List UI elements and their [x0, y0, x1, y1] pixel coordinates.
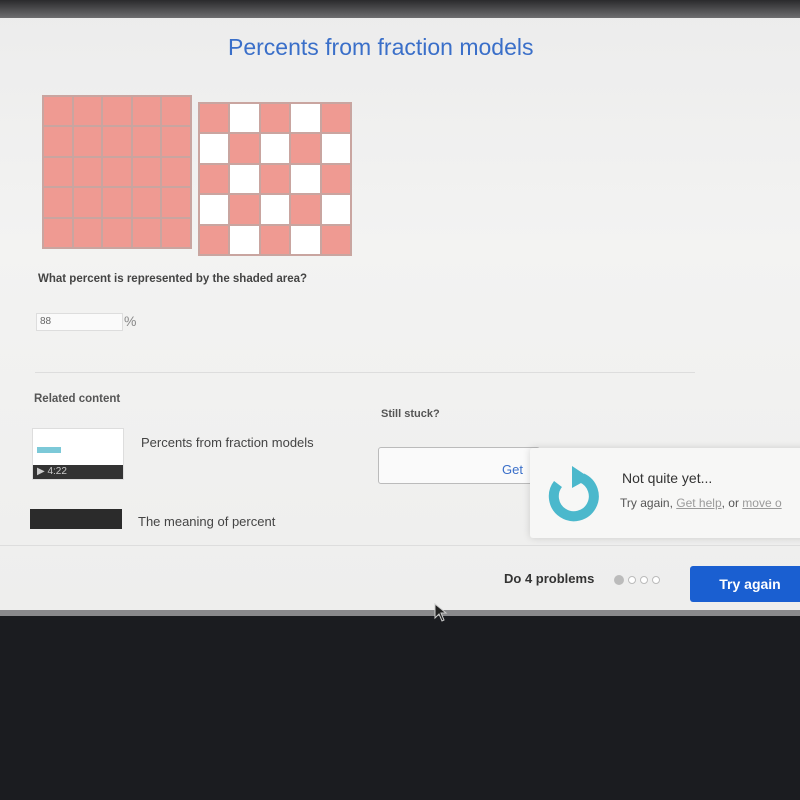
unshaded-cell	[230, 225, 259, 254]
mouse-cursor-icon	[434, 603, 448, 622]
shaded-cell	[73, 188, 102, 217]
unshaded-cell	[260, 134, 290, 163]
shaded-cell	[230, 195, 259, 224]
feedback-title: Not quite yet...	[622, 470, 713, 486]
percent-unit: %	[124, 313, 137, 329]
shaded-cell	[73, 97, 102, 126]
fraction-model-2	[198, 102, 352, 256]
feedback-middle: , or	[721, 496, 743, 510]
shaded-cell	[132, 188, 161, 217]
progress-dot	[652, 576, 660, 584]
unshaded-cell	[321, 195, 350, 224]
shaded-cell	[73, 218, 102, 247]
progress-dots	[614, 575, 660, 585]
answer-input[interactable]: 88	[36, 313, 123, 331]
get-help-link[interactable]: Get help	[676, 496, 721, 510]
shaded-cell	[73, 127, 102, 156]
unshaded-cell	[200, 195, 229, 224]
feedback-prefix: Try again,	[620, 496, 677, 510]
unshaded-cell	[200, 134, 229, 163]
shaded-cell	[162, 97, 190, 126]
shaded-cell	[260, 104, 290, 133]
shaded-cell	[132, 157, 161, 187]
shaded-cell	[103, 97, 131, 126]
progress-label: Do 4 problems	[504, 571, 595, 586]
related-heading: Related content	[34, 393, 121, 405]
shaded-cell	[103, 188, 131, 217]
question-text: What percent is represented by the shade…	[38, 273, 308, 285]
related-link-meaning-of-percent[interactable]: The meaning of percent	[138, 514, 275, 529]
unshaded-cell	[291, 225, 320, 254]
shaded-cell	[132, 127, 161, 156]
video-thumbnail[interactable]	[30, 509, 122, 529]
shaded-cell	[291, 134, 320, 163]
shaded-cell	[103, 157, 131, 187]
shaded-cell	[103, 127, 131, 156]
unshaded-cell	[291, 164, 320, 194]
divider	[35, 372, 695, 373]
footer-divider	[0, 545, 800, 546]
move-on-link[interactable]: move o	[742, 496, 781, 510]
page-title: Percents from fraction models	[228, 34, 534, 60]
try-again-button[interactable]: Try again	[690, 566, 800, 602]
shaded-cell	[162, 188, 190, 217]
shaded-cell	[44, 97, 72, 126]
shaded-cell	[162, 127, 190, 156]
shaded-cell	[321, 225, 350, 254]
shaded-cell	[162, 157, 190, 187]
shaded-cell	[162, 218, 190, 247]
shaded-cell	[321, 104, 350, 133]
shaded-cell	[260, 164, 290, 194]
shaded-cell	[44, 188, 72, 217]
shaded-cell	[44, 157, 72, 187]
shaded-cell	[73, 157, 102, 187]
unshaded-cell	[291, 104, 320, 133]
unshaded-cell	[260, 195, 290, 224]
shaded-cell	[103, 218, 131, 247]
unshaded-cell	[321, 134, 350, 163]
retry-icon	[548, 466, 599, 522]
shaded-cell	[44, 218, 72, 247]
shaded-cell	[132, 97, 161, 126]
still-stuck-heading: Still stuck?	[381, 408, 440, 420]
thumbnail-graphic	[37, 447, 61, 453]
get-help-label: Get	[502, 462, 523, 477]
shaded-cell	[132, 218, 161, 247]
feedback-message: Try again, Get help, or move o	[620, 496, 782, 510]
related-link-percents-from-fraction-models[interactable]: Percents from fraction models	[141, 435, 314, 450]
browser-bar	[0, 0, 800, 18]
get-help-button[interactable]: Get	[378, 447, 540, 484]
fraction-model-1	[42, 95, 192, 249]
unshaded-cell	[230, 104, 259, 133]
shaded-cell	[321, 164, 350, 194]
shaded-cell	[291, 195, 320, 224]
video-duration: ▶ 4:22	[33, 465, 123, 479]
exercise-screen: Percents from fraction models What perce…	[0, 0, 800, 616]
shaded-cell	[230, 134, 259, 163]
feedback-popup: Not quite yet... Try again, Get help, or…	[530, 448, 800, 538]
unshaded-cell	[230, 164, 259, 194]
shaded-cell	[200, 104, 229, 133]
shaded-cell	[200, 164, 229, 194]
shaded-cell	[260, 225, 290, 254]
shaded-cell	[44, 127, 72, 156]
progress-dot	[640, 576, 648, 584]
progress-dot	[614, 575, 624, 585]
shaded-cell	[200, 225, 229, 254]
progress-dot	[628, 576, 636, 584]
video-thumbnail[interactable]: ▶ 4:22	[32, 428, 124, 480]
